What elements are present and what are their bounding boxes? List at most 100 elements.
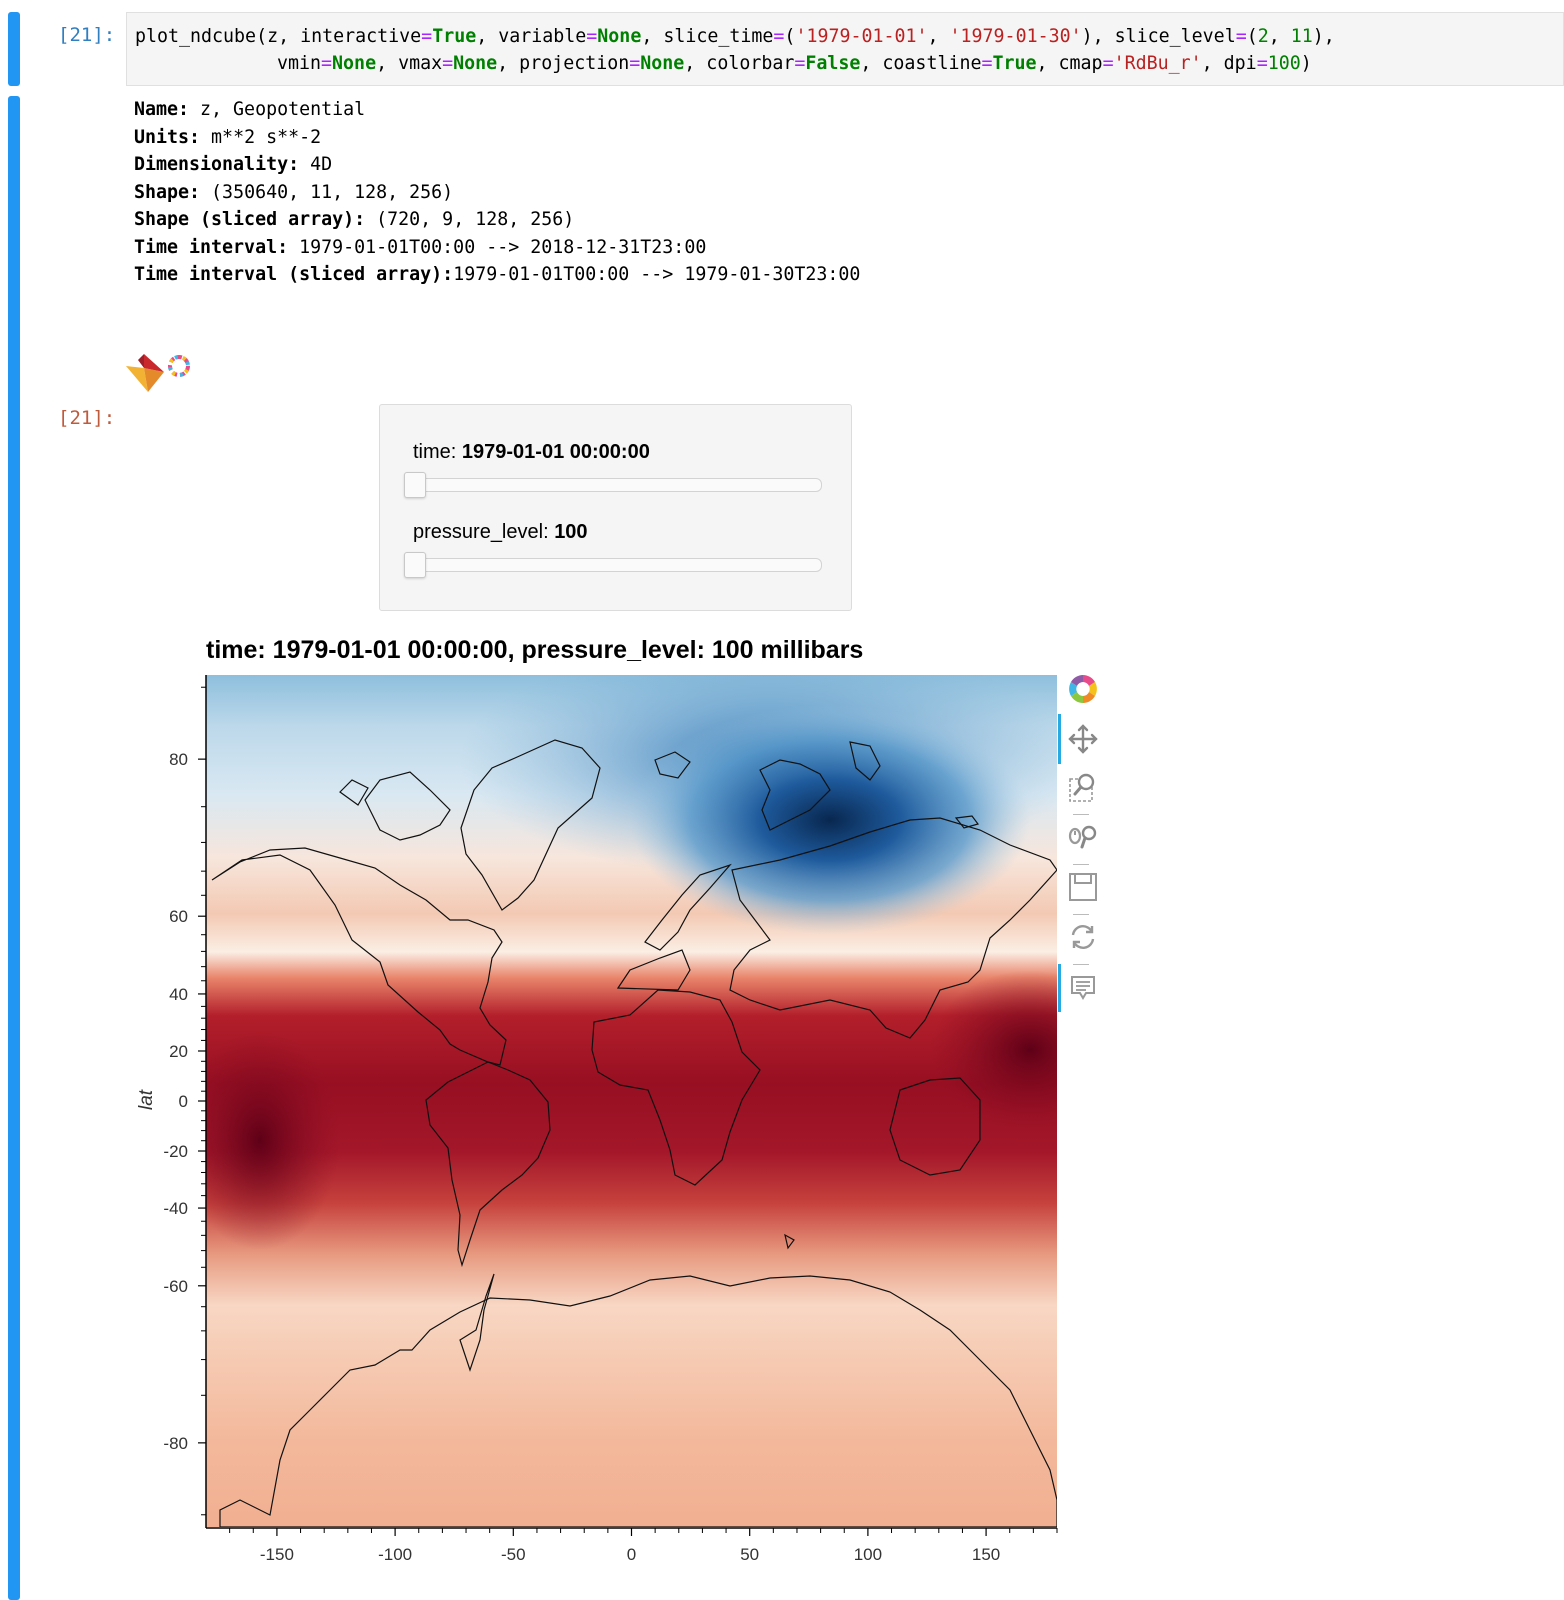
x-tick-label: 150: [972, 1545, 1000, 1564]
toolbar-separator: [1073, 864, 1089, 865]
hover-icon[interactable]: [1066, 970, 1100, 1004]
cell-selection-bar: [8, 12, 20, 86]
code-token: True: [432, 26, 477, 47]
info-key: Shape:: [134, 181, 201, 203]
y-tick-label: 60: [169, 907, 188, 926]
code-token: =: [981, 53, 993, 74]
dataset-info: Name: z, Geopotential Units: m**2 s**-2 Di…: [134, 96, 860, 289]
y-tick-label: 80: [169, 750, 188, 769]
code-token: =: [1235, 26, 1247, 47]
code-token: None: [597, 26, 642, 47]
box-zoom-icon[interactable]: [1066, 770, 1100, 804]
pressure-level-slider[interactable]: [404, 552, 822, 578]
info-row: Dimensionality: 4D: [134, 151, 860, 179]
code-token: False: [805, 53, 861, 74]
plot-toolbar: [1058, 672, 1106, 1022]
code-editor[interactable]: plot_ndcube(z, interactive=True, variabl…: [126, 12, 1564, 86]
x-tick-label: 0: [627, 1545, 636, 1564]
plot-title: time: 1979-01-01 00:00:00, pressure_leve…: [206, 636, 864, 664]
geopotential-map-plot[interactable]: -150 -100 -50 0 50 100 150 80 60 40 20 0 -20 -40 -60 -…: [130, 670, 1060, 1580]
bokeh-logo-icon[interactable]: [1066, 672, 1100, 706]
x-tick-label: -100: [378, 1545, 412, 1564]
reset-icon[interactable]: [1066, 920, 1100, 954]
x-tick-label: 100: [854, 1545, 882, 1564]
code-token: =: [321, 53, 333, 74]
y-tick-label: 20: [169, 1042, 188, 1061]
code-token: , slice_time: [641, 26, 774, 47]
toolbar-separator: [1073, 914, 1089, 915]
code-token: ,: [1268, 26, 1291, 47]
code-token: , coastline: [860, 53, 982, 74]
y-axis-label: lat: [136, 1089, 157, 1110]
y-tick-label: 40: [169, 985, 188, 1004]
code-token: True: [992, 53, 1037, 74]
info-key: Units:: [134, 126, 201, 148]
active-tool-indicator: [1058, 964, 1061, 1012]
code-token: None: [453, 53, 498, 74]
widget-panel: time: 1979-01-01 00:00:00 pressure_level…: [379, 404, 852, 611]
code-token: , colorbar: [684, 53, 795, 74]
x-axis: -150 -100 -50 0 50 100 150: [260, 1528, 1000, 1564]
code-token: =: [421, 26, 433, 47]
info-row: Time interval: 1979-01-01T00:00 --> 2018…: [134, 234, 860, 262]
info-value: (350640, 11, 128, 256): [200, 181, 454, 203]
x-tick-label: -150: [260, 1545, 294, 1564]
code-token: 100: [1267, 53, 1301, 74]
code-token: , projection: [497, 53, 630, 74]
info-key: Time interval (sliced array):: [134, 264, 454, 285]
info-value: m**2 s**-2: [200, 126, 322, 148]
info-value: 4D: [299, 154, 333, 175]
info-row: Name: z, Geopotential: [134, 96, 860, 124]
y-tick-label: -60: [163, 1277, 188, 1296]
y-axis: 80 60 40 20 0 -20 -40 -60 -80: [163, 750, 206, 1453]
pressure-level-slider-label: pressure_level: 100: [413, 521, 588, 543]
code-token: =: [586, 26, 598, 47]
code-token: , vmax: [376, 53, 443, 74]
pressure-level-slider-handle[interactable]: [404, 552, 426, 578]
code-token: 'RdBu_r': [1113, 53, 1202, 74]
code-token: =: [629, 53, 641, 74]
info-row: Shape: (350640, 11, 128, 256): [134, 179, 860, 207]
code-token: , cmap: [1036, 53, 1103, 74]
info-row: Units: m**2 s**-2: [134, 124, 860, 152]
info-row: Time interval (sliced array):1979-01-01T…: [134, 261, 860, 289]
save-icon[interactable]: [1066, 870, 1100, 904]
info-value: 1979-01-01T00:00 --> 1979-01-30T23:00: [453, 264, 861, 285]
time-slider[interactable]: [404, 472, 822, 498]
code-token: '1979-01-01': [795, 26, 928, 47]
y-tick-label: 0: [179, 1092, 188, 1111]
code-token: ): [1300, 53, 1312, 74]
info-value: 1979-01-01T00:00 --> 2018-12-31T23:00: [288, 236, 707, 258]
code-token: , dpi: [1201, 53, 1257, 74]
pan-icon[interactable]: [1066, 722, 1100, 756]
info-value: (720, 9, 128, 256): [365, 209, 575, 230]
code-token: plot_ndcube(z, interactive: [135, 26, 422, 47]
code-token: =: [1256, 53, 1268, 74]
info-key: Time interval:: [134, 236, 289, 258]
code-token: =: [773, 26, 785, 47]
time-slider-handle[interactable]: [404, 472, 426, 498]
code-token: None: [640, 53, 685, 74]
x-tick-label: -50: [501, 1545, 526, 1564]
info-row: Shape (sliced array): (720, 9, 128, 256): [134, 206, 860, 234]
code-line: vmin=None, vmax=None, projection=None, c…: [277, 50, 1312, 77]
output-selection-bar: [8, 96, 20, 1600]
wheel-zoom-icon[interactable]: [1066, 820, 1100, 854]
x-tick-label: 50: [740, 1545, 759, 1564]
code-token: (: [1246, 26, 1258, 47]
active-tool-indicator: [1058, 714, 1061, 764]
toolbar-separator: [1073, 814, 1089, 815]
y-tick-label: -20: [163, 1142, 188, 1161]
y-tick-label: -40: [163, 1199, 188, 1218]
time-slider-label: time: 1979-01-01 00:00:00: [413, 441, 650, 463]
code-token: 2: [1257, 26, 1269, 47]
info-value: z, Geopotential: [189, 99, 366, 120]
code-token: ),: [1312, 26, 1335, 47]
code-token: (: [784, 26, 796, 47]
input-prompt: [21]:: [58, 24, 116, 46]
code-token: =: [1102, 53, 1114, 74]
code-token: , variable: [476, 26, 587, 47]
heatmap-field: [206, 675, 1057, 1527]
code-token: =: [442, 53, 454, 74]
code-line: plot_ndcube(z, interactive=True, variabl…: [135, 23, 1335, 50]
